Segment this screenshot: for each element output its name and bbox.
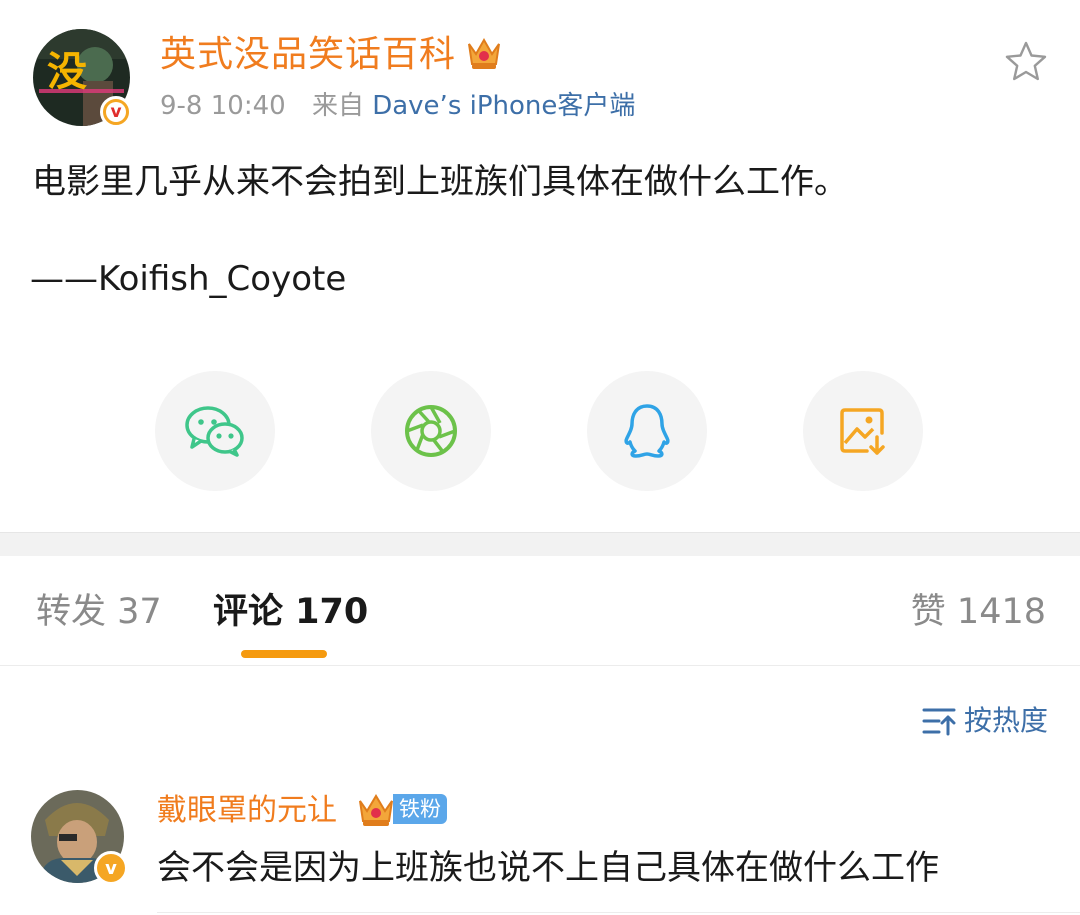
sort-label: 按热度: [963, 704, 1048, 737]
post-signature: ——Koifish_Coyote: [30, 259, 347, 299]
comment-text: 会不会是因为上班族也说不上自己具体在做什么工作: [157, 848, 939, 888]
save-image-icon: [840, 408, 885, 455]
tab-comments[interactable]: 评论 170: [213, 590, 368, 634]
share-moments-button[interactable]: [371, 371, 491, 491]
post-time: 9-8 10:40: [160, 91, 286, 121]
post-meta: 9-8 10:40 来自 Dave’s iPhone客户端: [160, 88, 635, 124]
post-card: 没 v 英式没品笑话百科 9-8 10:40 来自 Dave’s iPhone客…: [0, 0, 1080, 532]
moments-icon: [405, 405, 457, 457]
share-save-image-button[interactable]: [803, 371, 923, 491]
active-tab-indicator: [241, 650, 327, 658]
author-name[interactable]: 英式没品笑话百科: [160, 33, 456, 77]
comment-crown-icon: [359, 794, 393, 826]
sort-icon: [922, 708, 956, 736]
share-wechat-button[interactable]: [155, 371, 275, 491]
iron-fan-badge: 铁粉: [393, 794, 447, 824]
source-link[interactable]: Dave’s iPhone客户端: [372, 91, 635, 121]
avatar-glyph: 没: [47, 49, 87, 95]
interaction-tabs: 转发 37 评论 170 赞 1418: [0, 556, 1080, 666]
source-prefix: 来自: [311, 91, 364, 121]
tab-reposts[interactable]: 转发 37: [36, 590, 162, 634]
qq-icon: [624, 404, 670, 458]
comment-username[interactable]: 戴眼罩的元让: [157, 790, 337, 832]
comment-separator: [157, 912, 1080, 913]
author-avatar[interactable]: 没 v: [33, 29, 132, 128]
post-text: 电影里几乎从来不会拍到上班族们具体在做什么工作。: [32, 162, 848, 202]
tab-likes[interactable]: 赞 1418: [911, 590, 1046, 634]
favorite-star-icon[interactable]: [1004, 40, 1048, 82]
section-divider: [0, 532, 1080, 556]
crown-icon: [468, 37, 500, 69]
comment-verified-icon: v: [94, 851, 128, 885]
share-qq-button[interactable]: [587, 371, 707, 491]
comment-avatar[interactable]: v: [31, 790, 128, 885]
verified-icon: v: [100, 96, 132, 128]
wechat-icon: [185, 406, 244, 457]
sort-by-hot-button[interactable]: 按热度: [922, 702, 1048, 740]
